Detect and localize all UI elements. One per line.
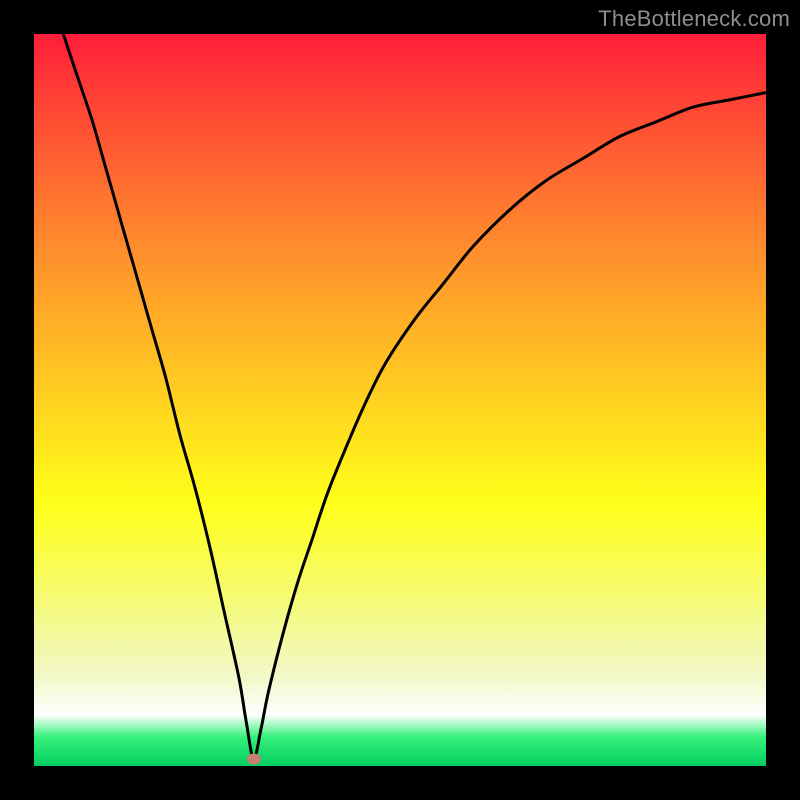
chart-container: TheBottleneck.com <box>0 0 800 800</box>
minimum-marker <box>247 753 261 764</box>
watermark-text: TheBottleneck.com <box>598 6 790 32</box>
curve-svg <box>34 34 766 766</box>
bottleneck-curve <box>63 34 766 759</box>
plot-area <box>34 34 766 766</box>
